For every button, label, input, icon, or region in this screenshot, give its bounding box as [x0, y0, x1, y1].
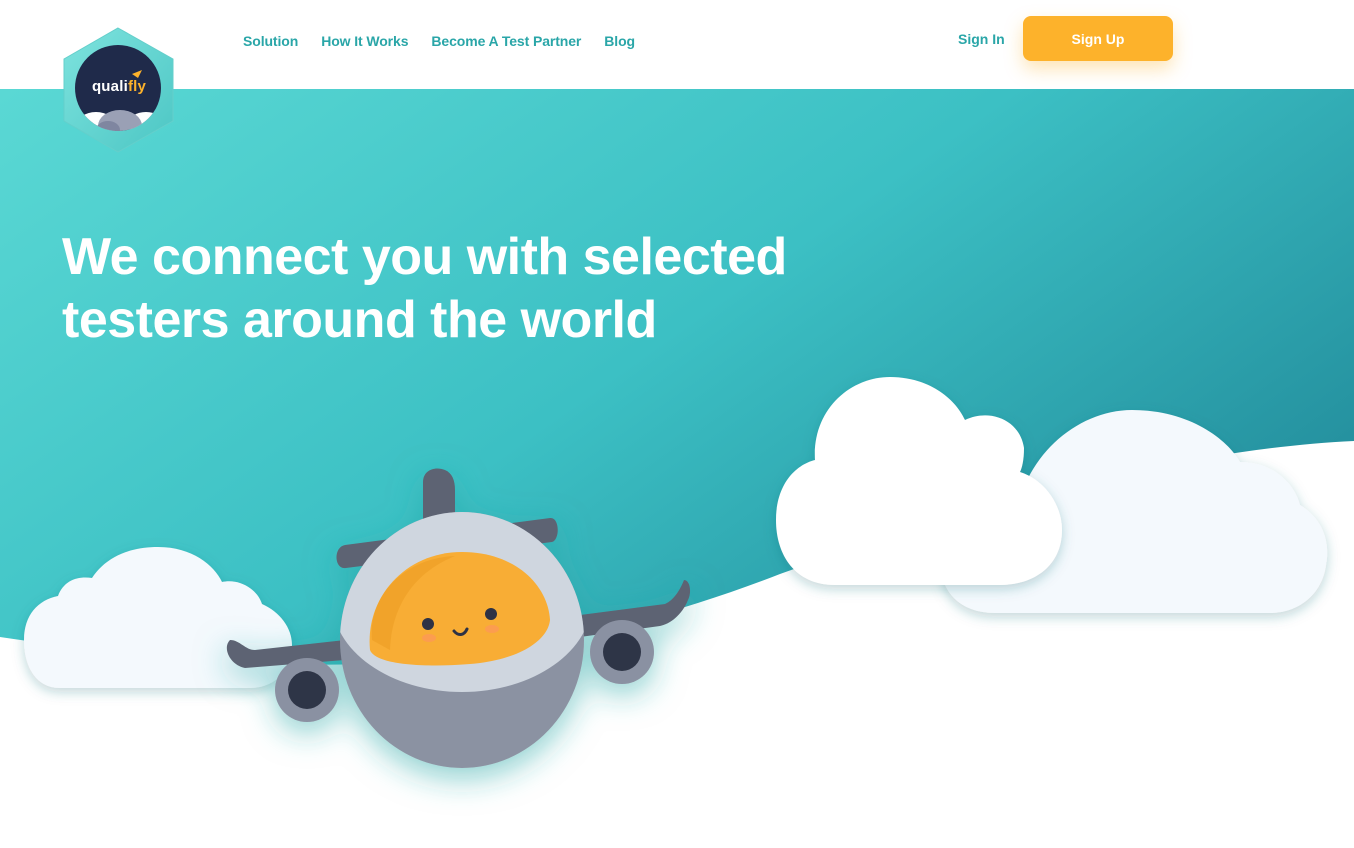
- hero-illustration: [24, 377, 1328, 768]
- site-header: Solution How It Works Become A Test Part…: [0, 0, 1354, 89]
- brand-logo[interactable]: qualifly: [62, 26, 176, 154]
- smiling-airplane-icon: [226, 468, 691, 768]
- sign-up-button[interactable]: Sign Up: [1023, 16, 1173, 61]
- cloud-icon: [776, 377, 1062, 585]
- logo-wordmark: qualifly: [91, 78, 147, 95]
- main-nav: Solution How It Works Become A Test Part…: [243, 33, 635, 49]
- sign-in-link[interactable]: Sign In: [958, 31, 1005, 47]
- nav-link-how-it-works[interactable]: How It Works: [321, 33, 408, 49]
- nav-link-blog[interactable]: Blog: [604, 33, 635, 49]
- nav-link-solution[interactable]: Solution: [243, 33, 298, 49]
- nav-link-become-test-partner[interactable]: Become A Test Partner: [431, 33, 581, 49]
